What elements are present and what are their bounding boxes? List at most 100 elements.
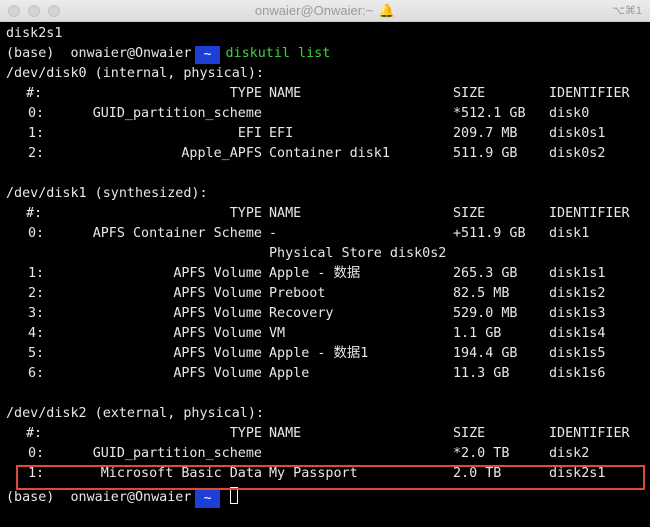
col-size-header: SIZE (453, 426, 486, 441)
col-identifier-header: IDENTIFIER (549, 86, 630, 101)
partition-size: +511.9 GB (453, 226, 526, 241)
prompt-line: (base) onwaier@Onwaier ~ diskutil list (6, 44, 650, 64)
disk-header-text: /dev/disk0 (internal, physical): (6, 66, 264, 81)
partition-size: 11.3 GB (453, 366, 510, 381)
partition-size: *2.0 TB (453, 446, 510, 461)
partition-index: 3: (28, 306, 45, 321)
partition-type: APFS Volume (173, 266, 262, 281)
window-title-text: onwaier@Onwaier:~ (254, 3, 374, 18)
col-name-header: NAME (269, 426, 302, 441)
partition-size: 194.4 GB (453, 346, 518, 361)
partition-identifier: disk1s6 (549, 366, 606, 381)
output-text: disk2s1 (6, 26, 63, 41)
partition-size: 1.1 GB (453, 326, 502, 341)
partition-continuation-row: Physical Store disk0s2 (6, 244, 650, 264)
partition-row: 5: APFS Volume Apple - 数据1 194.4 GB disk1s5 (6, 344, 650, 364)
disk-header-text: /dev/disk2 (external, physical): (6, 406, 264, 421)
partition-type: EFI (237, 126, 262, 141)
disk-header: /dev/disk2 (external, physical): (6, 404, 650, 424)
partition-identifier: disk1s3 (549, 306, 606, 321)
prompt-dir: ~ (203, 491, 212, 506)
partition-identifier: disk1s2 (549, 286, 606, 301)
partition-name: - (269, 226, 278, 241)
partition-type: Apple_APFS (181, 146, 262, 161)
col-identifier-header: IDENTIFIER (549, 426, 630, 441)
highlight-box (16, 465, 645, 490)
partition-type: APFS Container Scheme (92, 226, 262, 241)
terminal-output[interactable]: disk2s1 (base) onwaier@Onwaier ~ diskutil … (6, 24, 650, 527)
col-num-header: #: (26, 426, 43, 441)
prompt-dir-badge: ~ (195, 490, 220, 508)
partition-index: 0: (28, 106, 45, 121)
partition-row: 0: APFS Container Scheme - +511.9 GB disk1 (6, 224, 650, 244)
partition-type: APFS Volume (173, 326, 262, 341)
col-identifier-header: IDENTIFIER (549, 206, 630, 221)
partition-name: Apple - 数据 (269, 266, 361, 281)
partition-index: 5: (28, 346, 45, 361)
partition-index: 2: (28, 286, 45, 301)
conda-env: (base) (6, 46, 55, 61)
partition-row: 0: GUID_partition_scheme *512.1 GB disk0 (6, 104, 650, 124)
partition-row: 1: EFI EFI 209.7 MB disk0s1 (6, 124, 650, 144)
column-header-row: #: TYPE NAME SIZE IDENTIFIER (6, 84, 650, 104)
partition-identifier: disk0s1 (549, 126, 606, 141)
partition-continuation: Physical Store disk0s2 (269, 246, 447, 261)
col-name-header: NAME (269, 206, 302, 221)
partition-type: GUID_partition_scheme (92, 446, 262, 461)
partition-name: Apple - 数据1 (269, 346, 369, 361)
partition-name: Apple (269, 366, 310, 381)
partition-index: 2: (28, 146, 45, 161)
partition-index: 1: (28, 126, 45, 141)
col-num-header: #: (26, 86, 43, 101)
col-size-header: SIZE (453, 86, 486, 101)
partition-identifier: disk1s1 (549, 266, 606, 281)
user-host: onwaier@Onwaier (70, 490, 192, 505)
partition-size: *512.1 GB (453, 106, 526, 121)
partition-type: APFS Volume (173, 306, 262, 321)
partition-index: 0: (28, 446, 45, 461)
partition-size: 265.3 GB (453, 266, 518, 281)
partition-row: 6: APFS Volume Apple 11.3 GB disk1s6 (6, 364, 650, 384)
command-text: diskutil list (225, 46, 331, 61)
partition-row: 2: Apple_APFS Container disk1 511.9 GB disk0… (6, 144, 650, 164)
window-shortcut: ⌥⌘1 (612, 5, 642, 17)
partition-type: APFS Volume (173, 346, 262, 361)
partition-index: 4: (28, 326, 45, 341)
partition-row: 1: APFS Volume Apple - 数据 265.3 GB disk1s1 (6, 264, 650, 284)
conda-env: (base) (6, 490, 55, 505)
col-num-header: #: (26, 206, 43, 221)
partition-row: 0: GUID_partition_scheme *2.0 TB disk2 (6, 444, 650, 464)
col-size-header: SIZE (453, 206, 486, 221)
column-header-row: #: TYPE NAME SIZE IDENTIFIER (6, 204, 650, 224)
partition-index: 1: (28, 266, 45, 281)
window-title: onwaier@Onwaier:~ 🔔 (0, 3, 650, 19)
output-line: disk2s1 (6, 24, 650, 44)
col-type-header: TYPE (229, 206, 262, 221)
partition-size: 82.5 MB (453, 286, 510, 301)
user-host: onwaier@Onwaier (70, 46, 192, 61)
disk-header-text: /dev/disk1 (synthesized): (6, 186, 208, 201)
partition-index: 6: (28, 366, 45, 381)
disk-header: /dev/disk0 (internal, physical): (6, 64, 650, 84)
partition-identifier: disk1s5 (549, 346, 606, 361)
partition-name: VM (269, 326, 286, 341)
partition-size: 511.9 GB (453, 146, 518, 161)
disk-header: /dev/disk1 (synthesized): (6, 184, 650, 204)
partition-name: Recovery (269, 306, 334, 321)
title-bar: onwaier@Onwaier:~ 🔔 ⌥⌘1 (0, 0, 650, 22)
terminal-window: onwaier@Onwaier:~ 🔔 ⌥⌘1 disk2s1 (base) o… (0, 0, 650, 527)
col-type-header: TYPE (229, 86, 262, 101)
prompt-dir-badge: ~ (195, 46, 220, 64)
partition-identifier: disk1s4 (549, 326, 606, 341)
partition-type: APFS Volume (173, 286, 262, 301)
partition-identifier: disk2 (549, 446, 590, 461)
bell-icon: 🔔 (378, 3, 396, 18)
partition-identifier: disk1 (549, 226, 590, 241)
partition-row: 2: APFS Volume Preboot 82.5 MB disk1s2 (6, 284, 650, 304)
partition-identifier: disk0 (549, 106, 590, 121)
col-name-header: NAME (269, 86, 302, 101)
partition-name: EFI (269, 126, 294, 141)
partition-name: Container disk1 (269, 146, 390, 161)
